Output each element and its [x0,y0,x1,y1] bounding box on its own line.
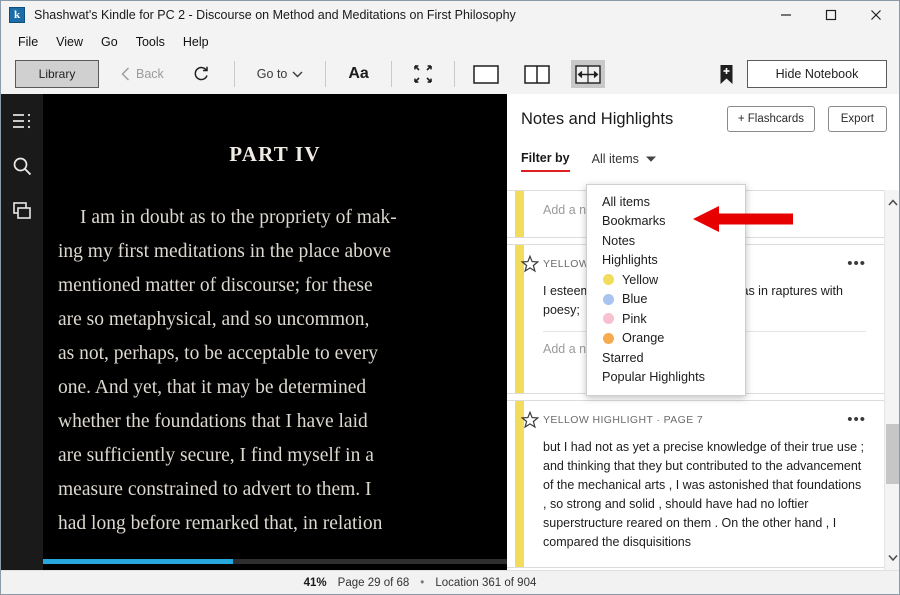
two-column-icon[interactable] [520,60,554,88]
status-page: Page 29 of 68 [337,576,410,589]
app-icon-letter: k [13,8,21,21]
filter-option-orange[interactable]: Orange [587,329,745,349]
reader-side-rail [1,94,43,570]
scroll-down-icon[interactable] [885,549,899,566]
minimize-icon[interactable] [763,1,808,29]
note-card-menu-icon[interactable]: ••• [847,412,866,427]
page-line: one. And yet, that it may be determined [58,377,367,398]
window-title: Shashwat's Kindle for PC 2 - Discourse o… [34,8,516,22]
note-card-menu-icon[interactable]: ••• [847,256,866,271]
page-line: I am in doubt as to the propriety of mak… [80,207,397,228]
goto-label: Go to [256,67,288,81]
chevron-down-icon [292,71,303,77]
table-of-contents-icon[interactable] [1,100,43,142]
menu-view[interactable]: View [47,32,92,52]
filter-option-label: Orange [622,331,665,346]
search-icon[interactable] [1,145,43,187]
single-page-icon[interactable] [469,60,503,88]
toolbar-separator-2 [325,61,327,87]
menu-bar: File View Go Tools Help [1,29,899,54]
status-bar: 41% Page 29 of 68 • Location 361 of 904 [1,570,899,594]
note-card-text: but I had not as yet a precise knowledge… [543,440,865,549]
yellow-swatch-icon [603,274,614,286]
menu-help[interactable]: Help [174,32,218,52]
notebook-panel: Notes and Highlights + Flashcards Export… [507,94,899,570]
page-line: are so metaphysical, and so uncommon, [58,309,370,330]
fit-width-icon[interactable] [570,60,605,88]
filter-options-menu[interactable]: All items Bookmarks Notes Highlights Yel… [586,184,746,396]
kindle-for-pc-window: k Shashwat's Kindle for PC 2 - Discourse… [0,0,900,595]
hide-notebook-button[interactable]: Hide Notebook [747,60,887,88]
page-line: as not, perhaps, to be acceptable to eve… [58,343,378,364]
page-line: mentioned matter of discourse; for these [58,275,373,296]
toolbar-separator-3 [390,61,392,87]
notebook-scrollbar[interactable] [884,190,899,570]
page-title: PART IV [229,142,321,166]
note-card[interactable]: YELLOW HIGHLIGHT · PAGE 7 ••• but I had … [507,400,884,568]
filter-option-blue[interactable]: Blue [587,290,745,310]
font-settings-button[interactable]: Aa [348,65,368,83]
filter-option-label: Blue [622,292,648,307]
filter-option-highlights[interactable]: Highlights [587,251,745,271]
filter-row: Filter by All items [521,151,656,172]
menu-go[interactable]: Go [92,32,127,52]
reading-progress-fill [43,559,234,564]
title-bar: k Shashwat's Kindle for PC 2 - Discourse… [1,1,899,29]
pink-swatch-icon [603,313,614,325]
status-location: Location 361 of 904 [435,576,537,589]
fullscreen-icon[interactable] [414,65,432,83]
filter-by-label: Filter by [521,151,570,172]
reading-progress-bar[interactable] [43,559,507,564]
filter-option-bookmarks[interactable]: Bookmarks [587,212,745,232]
notebook-heading: Notes and Highlights [521,110,674,128]
blue-swatch-icon [603,293,614,305]
library-button[interactable]: Library [15,60,99,88]
filter-option-all-items[interactable]: All items [587,192,745,212]
sync-icon[interactable] [192,65,210,83]
filter-option-pink[interactable]: Pink [587,309,745,329]
star-icon[interactable] [520,254,540,273]
filter-dropdown[interactable]: All items [592,152,656,171]
filter-dropdown-value: All items [591,152,639,166]
export-button[interactable]: Export [827,106,887,132]
back-label: Back [136,67,164,81]
chevron-down-icon [645,156,656,162]
page-line: ing my first meditations in the place ab… [58,241,392,262]
filter-option-notes[interactable]: Notes [587,231,745,251]
scrollbar-thumb[interactable] [886,424,899,484]
page-line: had long before remarked that, in relati… [58,513,383,534]
filter-option-yellow[interactable]: Yellow [587,270,745,290]
goto-button[interactable]: Go to [257,67,304,81]
menu-file[interactable]: File [9,32,47,52]
reading-pane: PART IV I am in doubt as to the propriet… [1,94,507,570]
maximize-icon[interactable] [808,1,853,29]
book-page[interactable]: PART IV I am in doubt as to the propriet… [43,94,507,570]
scroll-up-icon[interactable] [885,194,899,211]
status-separator: • [420,576,425,589]
chevron-left-icon [121,67,129,81]
toolbar-separator-4 [453,61,455,87]
page-line: whether the foundations that I have laid [58,411,368,432]
filter-option-popular-highlights[interactable]: Popular Highlights [587,368,745,388]
note-card-meta: YELLOW HIGHLIGHT · PAGE 7 [543,414,704,426]
menu-tools[interactable]: Tools [127,32,174,52]
back-button[interactable]: Back [121,67,164,81]
orange-swatch-icon [603,332,614,344]
notebook-icon[interactable] [1,190,43,232]
filter-option-starred[interactable]: Starred [587,348,745,368]
highlight-color-strip [515,191,524,237]
add-flashcards-button[interactable]: + Flashcards [726,106,815,132]
close-icon[interactable] [853,1,898,29]
page-body-text: I am in doubt as to the propriety of mak… [58,201,492,541]
page-line: are sufficiently secure, I find myself i… [58,445,374,466]
main-toolbar: Library Back Go to Aa Hide Notebook [1,54,899,94]
status-percent: 41% [303,576,327,589]
toolbar-separator-1 [233,61,235,87]
kindle-app-icon: k [9,7,25,23]
star-icon[interactable] [520,410,540,429]
add-bookmark-icon[interactable] [713,60,739,88]
filter-option-label: Pink [622,311,647,326]
page-line: measure constrained to advert to them. I [58,479,372,500]
filter-option-label: Yellow [622,272,659,287]
